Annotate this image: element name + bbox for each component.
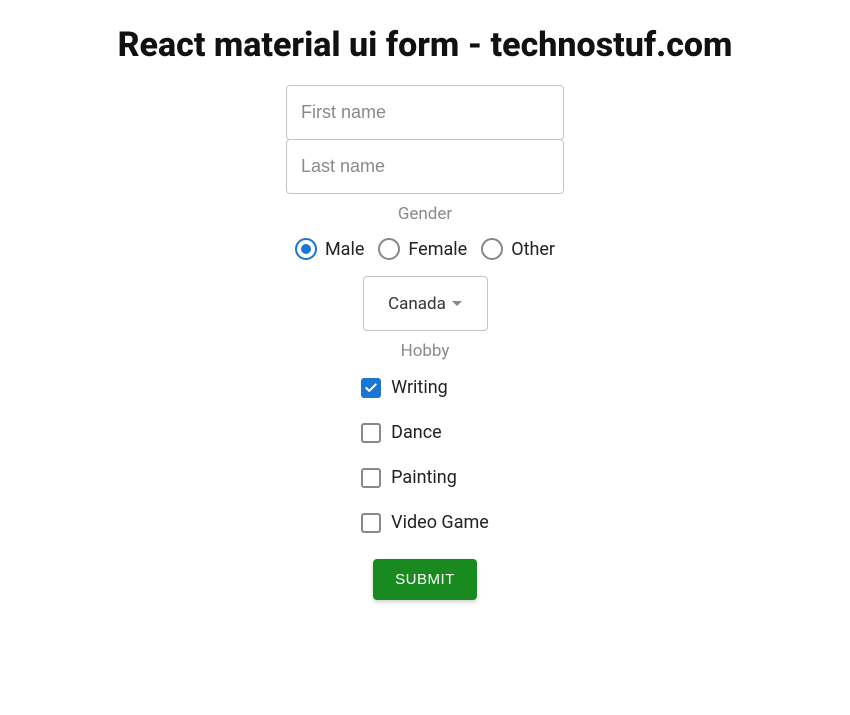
checkbox-label: Writing <box>391 377 448 398</box>
page-title: React material ui form - technostuf.com <box>0 25 850 65</box>
radio-male[interactable]: Male <box>295 238 364 260</box>
checkbox-writing[interactable]: Writing <box>361 377 448 398</box>
chevron-down-icon <box>452 301 462 306</box>
checkbox-icon <box>361 513 381 533</box>
form-container: Gender Male Female Other Canada Hobby <box>0 85 850 600</box>
select-value: Canada <box>388 294 446 314</box>
radio-icon <box>378 238 400 260</box>
radio-label: Male <box>325 239 364 260</box>
first-name-input[interactable] <box>286 85 564 140</box>
checkbox-video-game[interactable]: Video Game <box>361 512 489 533</box>
gender-label: Gender <box>398 204 452 224</box>
country-select[interactable]: Canada <box>363 276 488 331</box>
checkbox-dance[interactable]: Dance <box>361 422 442 443</box>
radio-label: Female <box>408 239 467 260</box>
gender-radio-group: Male Female Other <box>295 238 555 260</box>
radio-icon <box>295 238 317 260</box>
last-name-input[interactable] <box>286 139 564 194</box>
hobby-checkbox-group: Writing Dance Painting Video Game <box>361 377 489 533</box>
checkbox-icon <box>361 468 381 488</box>
checkbox-label: Dance <box>391 422 442 443</box>
checkbox-label: Video Game <box>391 512 489 533</box>
hobby-label: Hobby <box>401 341 450 361</box>
radio-other[interactable]: Other <box>481 238 555 260</box>
checkbox-icon <box>361 378 381 398</box>
checkbox-painting[interactable]: Painting <box>361 467 457 488</box>
submit-button[interactable]: SUBMIT <box>373 559 477 600</box>
checkbox-label: Painting <box>391 467 457 488</box>
radio-icon <box>481 238 503 260</box>
radio-female[interactable]: Female <box>378 238 467 260</box>
radio-label: Other <box>511 239 555 260</box>
checkbox-icon <box>361 423 381 443</box>
